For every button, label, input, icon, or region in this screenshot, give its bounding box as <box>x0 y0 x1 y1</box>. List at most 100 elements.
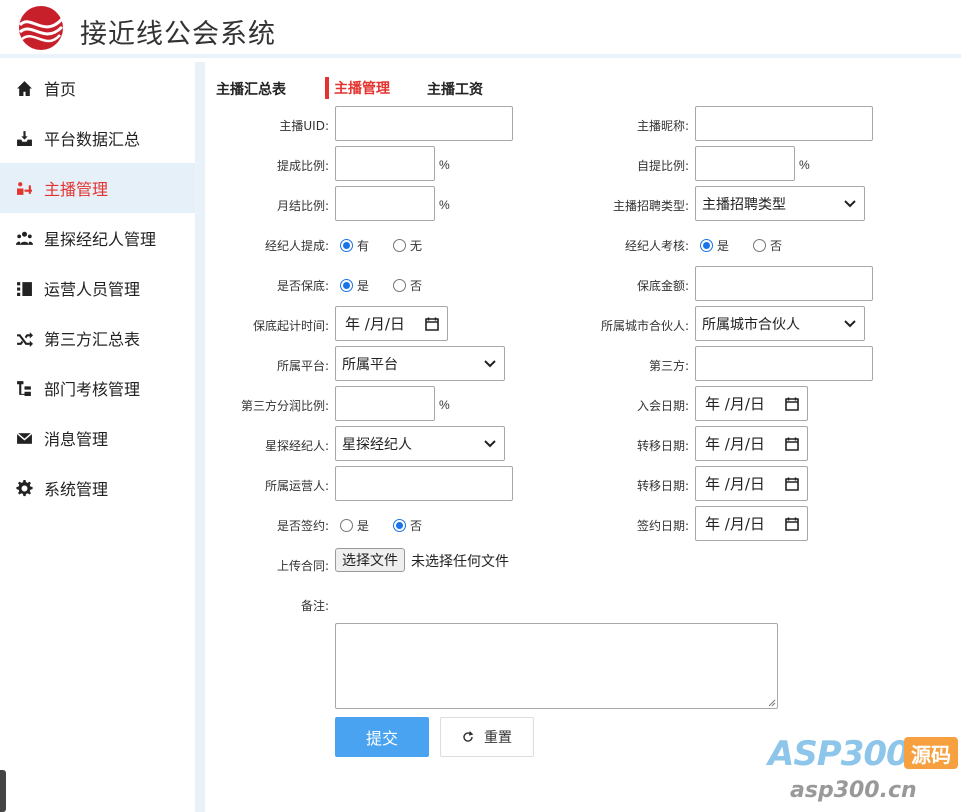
sidebar-item-scout-agents[interactable]: 星探经纪人管理 <box>0 213 195 263</box>
self-commission-input[interactable] <box>695 146 795 181</box>
submit-button[interactable]: 提交 <box>335 717 429 757</box>
transfer-date-input-1[interactable]: 年 /月/日 <box>695 426 808 461</box>
chevron-down-icon <box>484 440 496 448</box>
radio-unchecked[interactable] <box>393 239 407 252</box>
users-icon <box>14 228 34 248</box>
calendar-icon[interactable] <box>425 317 439 331</box>
signed-radio-group: 是 否 <box>340 517 422 534</box>
sidebar-item-system[interactable]: 系统管理 <box>0 463 195 513</box>
monthly-ratio-input[interactable] <box>335 186 435 221</box>
remark-label: 备注: <box>300 599 329 613</box>
city-partner-value: 所属城市合伙人 <box>702 316 800 333</box>
guarantee-label: 是否保底: <box>276 279 329 293</box>
watermark-badge: 源码 <box>904 737 958 769</box>
monthly-ratio-label: 月结比例: <box>276 199 329 213</box>
sidebar-item-platform-data[interactable]: 平台数据汇总 <box>0 113 195 163</box>
sidebar: 首页 平台数据汇总 主播管理 星探经纪人管理 运营人员管理 第三方汇总表 部门考… <box>0 62 195 812</box>
sidebar-item-label: 第三方汇总表 <box>44 332 141 349</box>
transfer-date-input-2[interactable]: 年 /月/日 <box>695 466 808 501</box>
sidebar-item-third-party-summary[interactable]: 第三方汇总表 <box>0 313 195 363</box>
sidebar-item-home[interactable]: 首页 <box>0 63 195 113</box>
recruit-type-label: 主播招聘类型: <box>612 199 689 213</box>
reset-button[interactable]: 重置 <box>440 717 534 757</box>
signed-label: 是否签约: <box>276 519 329 533</box>
active-tab-marker <box>325 77 329 99</box>
tab-broadcaster-management[interactable]: 主播管理 <box>334 78 390 98</box>
file-status-text: 未选择任何文件 <box>411 554 509 570</box>
recruit-type-value: 主播招聘类型 <box>702 196 786 213</box>
radio-checked[interactable] <box>340 239 353 252</box>
platform-label: 所属平台: <box>276 359 329 373</box>
commission-input[interactable] <box>335 146 435 181</box>
third-split-label: 第三方分润比例: <box>240 399 329 413</box>
chevron-down-icon <box>844 200 856 208</box>
sign-date-input[interactable]: 年 /月/日 <box>695 506 808 541</box>
scout-value: 星探经纪人 <box>342 436 412 453</box>
gear-icon <box>14 478 34 498</box>
choose-file-button[interactable]: 选择文件 <box>335 548 405 572</box>
uid-input[interactable] <box>335 106 513 141</box>
calendar-icon[interactable] <box>785 517 799 531</box>
third-split-input[interactable] <box>335 386 435 421</box>
calendar-icon[interactable] <box>785 397 799 411</box>
radio-checked[interactable] <box>393 519 407 532</box>
third-party-label: 第三方: <box>648 359 689 373</box>
window-edge <box>0 770 6 812</box>
agent-commission-label: 经纪人提成: <box>264 239 329 253</box>
nickname-label: 主播昵称: <box>636 119 689 133</box>
sidebar-item-operators[interactable]: 运营人员管理 <box>0 263 195 313</box>
join-date-label: 入会日期: <box>636 399 689 413</box>
contact-list-icon <box>14 278 34 298</box>
sidebar-item-label: 消息管理 <box>44 432 109 449</box>
tab-broadcaster-summary[interactable]: 主播汇总表 <box>216 79 286 99</box>
sidebar-item-department-review[interactable]: 部门考核管理 <box>0 363 195 413</box>
agent-review-yes[interactable]: 是 <box>700 237 729 254</box>
sidebar-item-broadcaster[interactable]: 主播管理 <box>0 163 195 213</box>
agent-commission-yes[interactable]: 有 <box>340 237 369 254</box>
guarantee-yes[interactable]: 是 <box>340 277 369 294</box>
resize-handle-icon[interactable] <box>768 699 776 707</box>
chevron-down-icon <box>484 360 496 368</box>
app-header: 接近线公会系统 <box>0 0 961 58</box>
home-icon <box>14 78 34 98</box>
operator-input[interactable] <box>335 466 513 501</box>
city-partner-select[interactable]: 所属城市合伙人 <box>695 306 865 341</box>
sidebar-item-messages[interactable]: 消息管理 <box>0 413 195 463</box>
chevron-down-icon <box>844 320 856 328</box>
third-party-input[interactable] <box>695 346 873 381</box>
remark-textarea[interactable] <box>335 623 778 709</box>
org-chart-icon <box>14 378 34 398</box>
main-panel: 主播汇总表 主播管理 主播工资 主播UID: 主播昵称: 提成比例: % 自提比… <box>205 62 961 812</box>
guarantee-no[interactable]: 否 <box>393 277 422 294</box>
join-date-input[interactable]: 年 /月/日 <box>695 386 808 421</box>
logo-icon <box>18 6 64 50</box>
platform-select[interactable]: 所属平台 <box>335 346 505 381</box>
sidebar-item-label: 系统管理 <box>44 482 109 499</box>
transfer-date-label: 转移日期: <box>636 479 689 493</box>
agent-review-radio-group: 是 否 <box>700 237 782 254</box>
city-partner-label: 所属城市合伙人: <box>600 319 689 333</box>
scout-label: 星探经纪人: <box>264 439 329 453</box>
upload-label: 上传合同: <box>276 559 329 573</box>
guarantee-start-date[interactable]: 年 /月/日 <box>335 306 448 341</box>
watermark-brand: ASP300 <box>768 734 910 774</box>
guarantee-start-label: 保底起计时间: <box>252 319 329 333</box>
uid-label: 主播UID: <box>279 119 329 133</box>
scout-select[interactable]: 星探经纪人 <box>335 426 505 461</box>
calendar-icon[interactable] <box>785 477 799 491</box>
radio-unchecked[interactable] <box>753 239 767 252</box>
radio-checked[interactable] <box>340 279 353 292</box>
calendar-icon[interactable] <box>785 437 799 451</box>
radio-unchecked[interactable] <box>340 519 353 532</box>
nickname-input[interactable] <box>695 106 873 141</box>
signed-yes[interactable]: 是 <box>340 517 369 534</box>
agent-review-no[interactable]: 否 <box>753 237 782 254</box>
guarantee-amount-input[interactable] <box>695 266 873 301</box>
radio-unchecked[interactable] <box>393 279 407 292</box>
sidebar-item-label: 运营人员管理 <box>44 282 141 299</box>
recruit-type-select[interactable]: 主播招聘类型 <box>695 186 865 221</box>
agent-commission-no[interactable]: 无 <box>393 237 422 254</box>
tab-broadcaster-salary[interactable]: 主播工资 <box>427 79 483 99</box>
signed-no[interactable]: 否 <box>393 517 422 534</box>
radio-checked[interactable] <box>700 239 713 252</box>
